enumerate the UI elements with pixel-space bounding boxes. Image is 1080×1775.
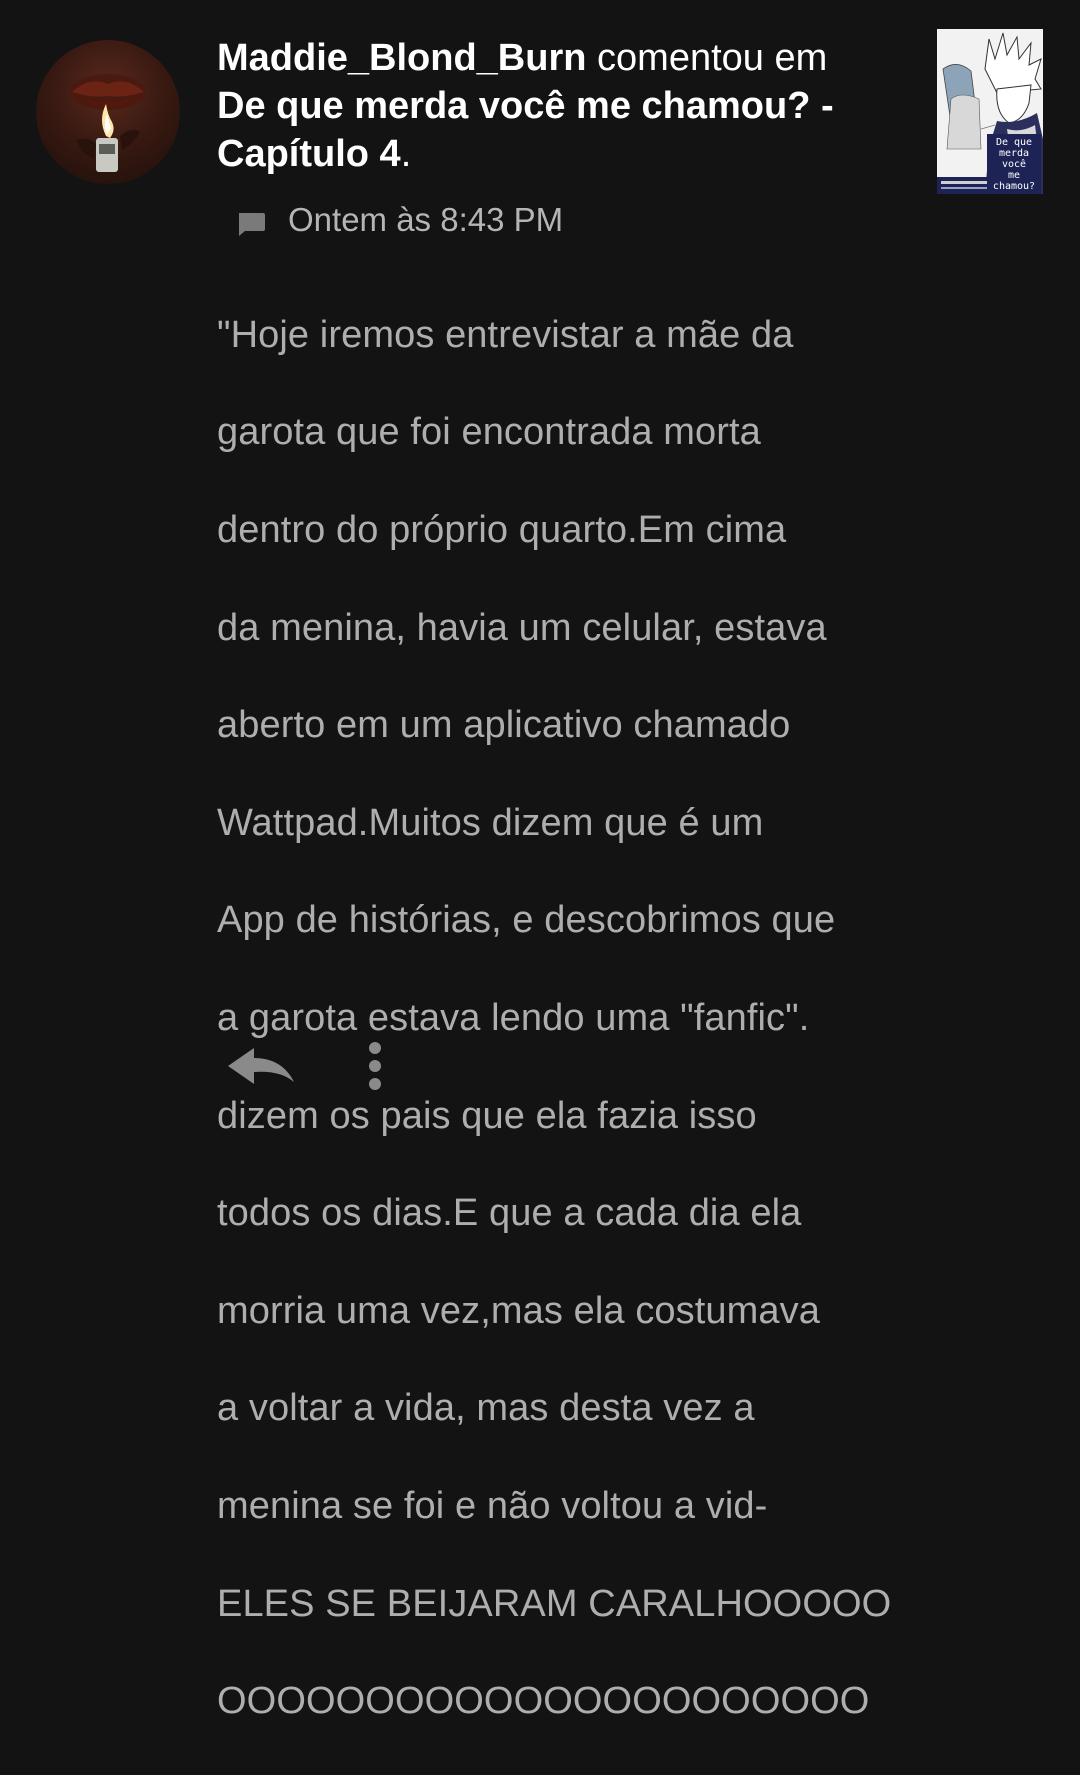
cover-title-text: De que merda você me chamou? <box>987 134 1041 194</box>
story-cover-thumbnail[interactable]: De que merda você me chamou? <box>937 29 1043 194</box>
reply-button[interactable] <box>224 1044 300 1090</box>
comment-line: morria uma vez,mas ela costumava <box>217 1289 820 1332</box>
username-link[interactable]: Maddie_Blond_Burn <box>217 37 586 79</box>
comment-line: Wattpad.Muitos dizem que é um <box>217 801 764 844</box>
comment-line: todos os dias.E que a cada dia ela <box>217 1192 802 1235</box>
comment-line: garota que foi encontrada morta <box>217 411 761 454</box>
story-title-link[interactable]: De que merda você me chamou? - Capítulo … <box>217 85 834 175</box>
comment-line: da menina, havia um celular, estava <box>217 606 827 649</box>
comment-line: App de histórias, e descobrimos que <box>217 899 836 942</box>
comment-line: ELES SE BEIJARAM CARALHOOOOO <box>217 1582 892 1625</box>
comment-text: "Hoje iremos entrevistar a mãe da garota… <box>217 262 917 1775</box>
title-end: . <box>400 133 412 175</box>
comment-line: aberto em um aplicativo chamado <box>217 704 791 747</box>
timestamp-row: Ontem às 8:43 PM <box>236 200 563 240</box>
comment-line: menina se foi e não voltou a vid- <box>217 1484 768 1527</box>
avatar-image <box>70 74 146 172</box>
notification-header: Maddie_Blond_Burn comentou em De que mer… <box>217 34 917 178</box>
user-avatar[interactable] <box>36 40 180 184</box>
comment-line: dentro do próprio quarto.Em cima <box>217 508 787 551</box>
comment-bubble-icon <box>236 207 266 236</box>
comment-timestamp: Ontem às 8:43 PM <box>288 201 564 238</box>
comment-line: a garota estava lendo uma "fanfic". <box>217 996 810 1039</box>
action-text: comentou em <box>597 37 828 79</box>
comment-line: dizem os pais que ela fazia isso <box>217 1094 757 1137</box>
comment-line: "Hoje iremos entrevistar a mãe da <box>217 313 794 356</box>
comment-line: a voltar a vida, mas desta vez a <box>217 1387 755 1430</box>
more-options-button[interactable] <box>358 1038 392 1098</box>
more-vertical-icon <box>369 1042 381 1090</box>
comment-line: OOOOOOOOOOOOOOOOOOOOOO <box>217 1680 870 1723</box>
reply-arrow-icon <box>228 1048 294 1084</box>
